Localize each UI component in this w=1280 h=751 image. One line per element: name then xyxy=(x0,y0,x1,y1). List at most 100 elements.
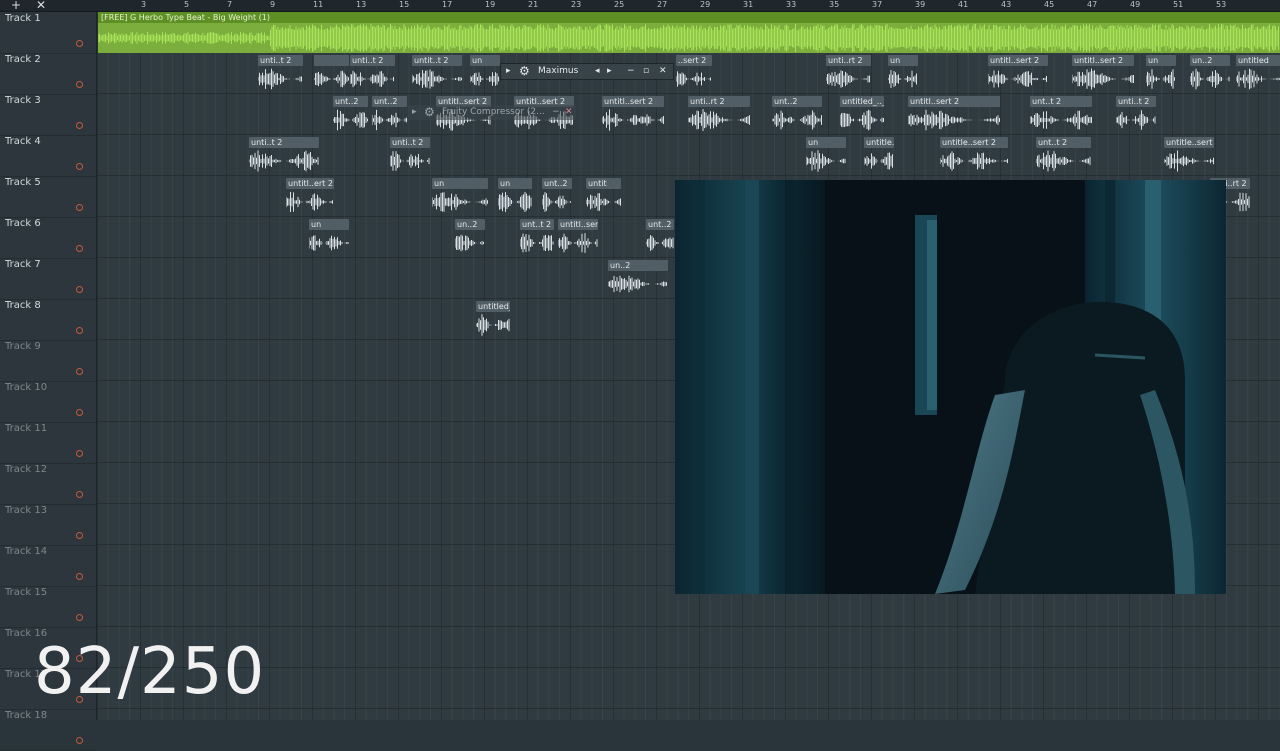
record-arm-icon[interactable] xyxy=(76,573,83,580)
prev-preset-icon[interactable]: ◂ xyxy=(595,64,600,79)
ruler-bar-number: 47 xyxy=(1087,0,1098,9)
audio-clip-label: untitled xyxy=(1236,55,1280,66)
gear-icon[interactable]: ⚙ xyxy=(424,105,435,120)
audio-clip[interactable]: untitl..sert 2 xyxy=(988,55,1048,92)
maximus-title: Maximus xyxy=(538,66,579,76)
track-name: Track 7 xyxy=(5,259,41,270)
audio-clip[interactable]: unti..t 2 xyxy=(1116,96,1156,133)
record-arm-icon[interactable] xyxy=(76,614,83,621)
audio-clip[interactable]: unti..t 2 xyxy=(258,55,303,92)
record-arm-icon[interactable] xyxy=(76,450,83,457)
audio-clip[interactable]: untitled xyxy=(1236,55,1280,92)
audio-clip[interactable]: unti..rt 2 xyxy=(826,55,871,92)
audio-clip[interactable]: un xyxy=(432,178,488,215)
track-header[interactable]: Track 4 xyxy=(0,135,96,177)
track-header[interactable]: Track 13 xyxy=(0,504,96,546)
audio-clip[interactable]: untitled_2026-03-29 01-43-03_Insert 2 xyxy=(476,301,510,338)
audio-clip[interactable]: unti..rt 2 xyxy=(688,96,750,133)
clip-waveform xyxy=(676,71,711,87)
audio-clip[interactable]: un xyxy=(498,178,532,215)
arrow-icon[interactable]: ▸ xyxy=(412,105,417,120)
record-arm-icon[interactable] xyxy=(76,409,83,416)
audio-clip[interactable]: untitle..sert 2 xyxy=(940,137,1008,174)
record-arm-icon[interactable] xyxy=(76,40,83,47)
track-header[interactable]: Track 10 xyxy=(0,381,96,423)
audio-clip[interactable]: un xyxy=(806,137,846,174)
audio-clip[interactable]: untitled_.._Insert 2 xyxy=(840,96,884,133)
audio-clip[interactable]: untitl..sert 2 xyxy=(1072,55,1134,92)
audio-clip[interactable]: unt..2 xyxy=(372,96,407,133)
record-arm-icon[interactable] xyxy=(76,286,83,293)
audio-clip[interactable]: unt..2 xyxy=(333,96,368,133)
track-header[interactable]: Track 8 xyxy=(0,299,96,341)
record-arm-icon[interactable] xyxy=(76,163,83,170)
audio-clip[interactable]: unti..t 2 xyxy=(350,55,395,92)
clip-waveform xyxy=(772,110,822,130)
audio-clip[interactable]: untitl..sert 2 xyxy=(602,96,664,133)
track-header[interactable]: Track 9 xyxy=(0,340,96,382)
arrow-icon[interactable]: ▸ xyxy=(506,64,511,79)
audio-clip[interactable]: untitl..ert 2 xyxy=(286,178,334,215)
track-header[interactable]: Track 3 xyxy=(0,94,96,136)
audio-clip[interactable]: unti..t 2 xyxy=(390,137,430,174)
audio-clip[interactable]: untit xyxy=(586,178,621,215)
audio-clip[interactable]: un..2 xyxy=(455,219,485,256)
audio-clip[interactable]: unt..t 2 xyxy=(1030,96,1092,133)
record-arm-icon[interactable] xyxy=(76,122,83,129)
track-header[interactable]: Track 1 xyxy=(0,12,96,54)
beat-audio-clip[interactable]: [FREE] G Herbo Type Beat - Big Weight (1… xyxy=(98,12,1280,53)
audio-clip[interactable]: un..2 xyxy=(608,260,668,297)
track-header[interactable]: Track 2 xyxy=(0,53,96,95)
audio-clip[interactable]: un xyxy=(470,55,500,92)
audio-clip[interactable]: untitle..sert 2 xyxy=(1164,137,1214,174)
maximus-plugin-bar[interactable]: ▸ ⚙ Maximus ◂ ▸ − ▫ ✕ xyxy=(500,63,674,80)
maximize-icon[interactable]: ▫ xyxy=(643,64,649,79)
track-header[interactable]: Track 11 xyxy=(0,422,96,464)
track-header[interactable]: Track 6 xyxy=(0,217,96,259)
minimize-icon[interactable]: − xyxy=(552,105,560,120)
minimize-icon[interactable]: − xyxy=(627,64,635,79)
plugin-close-icon[interactable]: ✕ xyxy=(659,64,667,79)
audio-clip[interactable]: unti..t 2 xyxy=(249,137,319,174)
audio-clip[interactable]: untit..t 2 xyxy=(412,55,462,92)
audio-clip[interactable]: unt..t 2 xyxy=(1036,137,1091,174)
audio-clip[interactable] xyxy=(314,55,349,92)
record-arm-icon[interactable] xyxy=(76,491,83,498)
audio-clip[interactable]: untitle..nsert 2 xyxy=(864,137,894,174)
audio-clip[interactable]: ..sert 2 xyxy=(676,55,712,92)
gear-icon[interactable]: ⚙ xyxy=(519,64,530,79)
track-header[interactable]: Track 5 xyxy=(0,176,96,218)
audio-clip[interactable]: un xyxy=(888,55,918,92)
record-arm-icon[interactable] xyxy=(76,81,83,88)
audio-clip[interactable]: untitl..sert 2 xyxy=(908,96,1000,133)
plugin-close-icon[interactable]: ✕ xyxy=(565,105,573,120)
track-header[interactable]: Track 18 xyxy=(0,709,96,751)
record-arm-icon[interactable] xyxy=(76,204,83,211)
track-header[interactable]: Track 14 xyxy=(0,545,96,587)
record-arm-icon[interactable] xyxy=(76,737,83,744)
next-preset-icon[interactable]: ▸ xyxy=(607,64,612,79)
clip-waveform xyxy=(1116,110,1156,130)
track-header[interactable]: Track 12 xyxy=(0,463,96,505)
record-arm-icon[interactable] xyxy=(76,327,83,334)
audio-clip[interactable]: unt..2 xyxy=(646,219,674,256)
fruity-compressor-plugin-bar[interactable]: ▸ ⚙ Fruity Compressor (2... − ✕ xyxy=(408,105,576,120)
record-arm-icon[interactable] xyxy=(76,245,83,252)
timeline-ruler[interactable]: + ✕ 3 5 7 9 11 13 15 17 19 21 23 25 27 29 31 33 35 37 39 41… xyxy=(0,0,1280,12)
track-header[interactable]: Track 7 xyxy=(0,258,96,300)
audio-clip[interactable]: un xyxy=(1146,55,1176,92)
audio-clip[interactable]: unt..t 2 xyxy=(520,219,554,256)
close-icon[interactable]: ✕ xyxy=(31,0,51,11)
record-arm-icon[interactable] xyxy=(76,368,83,375)
track-name: Track 6 xyxy=(5,218,41,229)
track-header[interactable]: Track 15 xyxy=(0,586,96,628)
audio-clip-label: untitl..sert 2 xyxy=(1072,55,1134,66)
add-icon[interactable]: + xyxy=(6,0,26,11)
audio-clip[interactable]: unt..2 xyxy=(772,96,822,133)
audio-clip[interactable]: untitl..sert 2 xyxy=(558,219,598,256)
record-arm-icon[interactable] xyxy=(76,532,83,539)
audio-clip[interactable]: unt..2 xyxy=(542,178,572,215)
audio-clip[interactable]: un..2 xyxy=(1190,55,1230,92)
ruler-bar-number: 9 xyxy=(270,0,276,9)
audio-clip[interactable]: un xyxy=(309,219,349,256)
